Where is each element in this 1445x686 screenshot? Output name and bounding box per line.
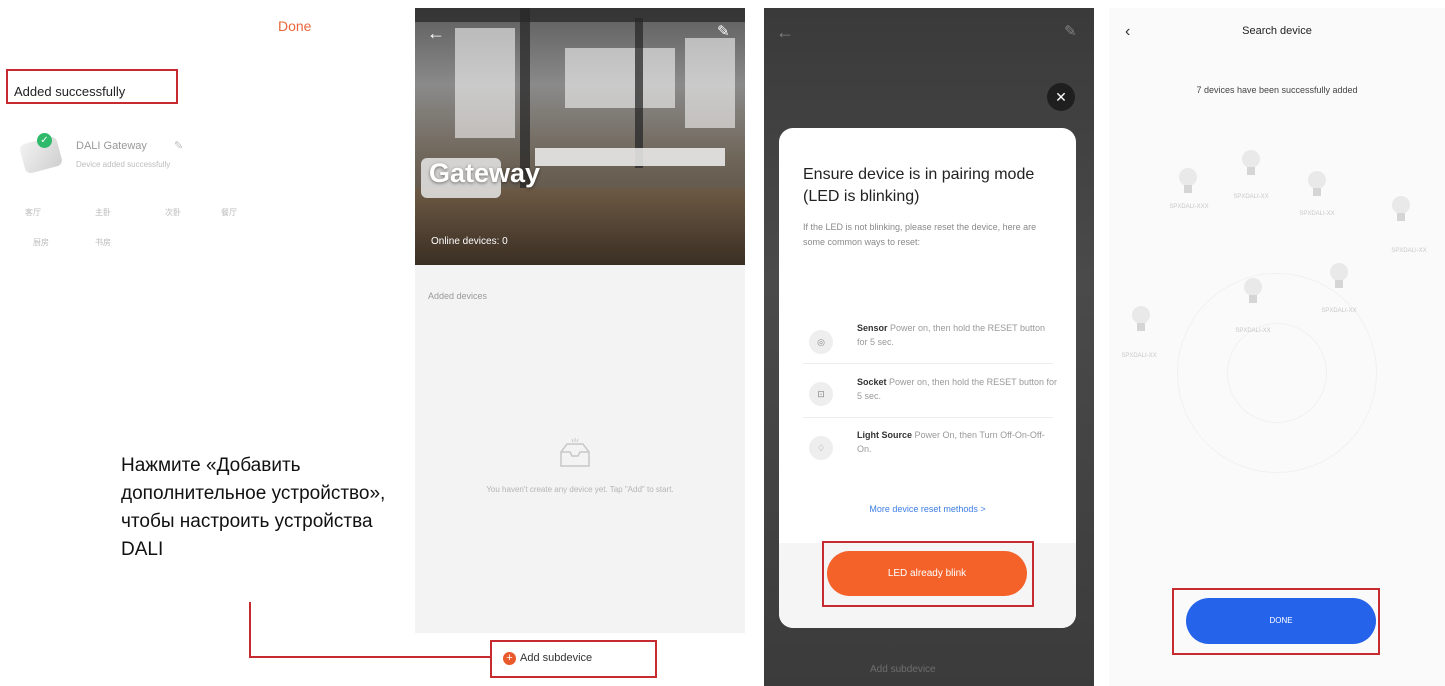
row-name: Socket [857,377,887,387]
room-chip[interactable]: 次卧 [158,207,188,218]
modal-description: If the LED is not blinking, please reset… [803,222,1037,247]
bulb-label: SPXDALI-XX [1233,194,1269,200]
bulb-label: SPXDALI-XX [1321,308,1357,314]
room-chip[interactable]: 餐厅 [214,207,244,218]
bulb-label: SPXDALI-XX [1235,328,1271,334]
panel-gateway: ← ✎ Gateway Online devices: 0 Added devi… [415,8,745,633]
empty-state-text: You haven't create any device yet. Tap "… [486,485,674,494]
bulb-label: SPXDALI-XX [1121,353,1157,359]
divider [803,363,1053,364]
bulb-icon [1179,168,1197,194]
bulb-icon [1330,263,1348,289]
connector-line [249,602,251,658]
device-status: Device added successfully [76,160,171,169]
connector-line [249,656,491,658]
added-successfully-heading: Added successfully [14,84,126,99]
room-chip[interactable]: 厨房 [26,237,56,248]
instruction-text: Нажмите «Добавить дополнительное устройс… [121,455,386,560]
device-name: DALI Gateway [76,140,147,152]
empty-tray-icon [560,438,590,467]
room-chip[interactable]: 书房 [88,237,118,248]
bulb-icon: ♢ [809,436,833,460]
sensor-icon: ◎ [809,330,833,354]
close-icon[interactable]: ✕ [1047,83,1075,111]
row-text: Power on, then hold the RESET button for… [857,377,1057,401]
bulb-icon [1242,150,1260,176]
modal-title: Ensure device is in pairing mode (LED is… [803,166,1035,205]
bulb-icon [1392,196,1410,222]
reset-row-sensor: Sensor Power on, then hold the RESET but… [857,321,1057,349]
room-chip[interactable]: 主卧 [88,207,118,218]
added-devices-label: Added devices [428,291,488,301]
online-devices-count: Online devices: 0 [431,236,508,247]
done-button[interactable]: Done [278,18,311,34]
page-title: Search device [1242,25,1312,37]
socket-icon: ⊡ [809,382,833,406]
back-arrow-icon: ← [776,22,794,42]
panel-search-device: ‹ Search device 7 devices have been succ… [1109,8,1445,686]
bulb-icon [1132,306,1150,332]
more-reset-methods-link[interactable]: More device reset methods > [779,504,1076,514]
search-ring [1227,323,1327,423]
room-chip[interactable]: 客厅 [18,207,48,218]
bulb-label: SPXDALI-XXX [1169,204,1209,210]
pencil-icon[interactable]: ✎ [174,139,183,152]
divider [803,417,1053,418]
gateway-title: Gateway [429,158,541,188]
gateway-hero-image [415,8,745,265]
pencil-icon[interactable]: ✎ [717,22,730,40]
highlight-frame [822,541,1034,607]
row-name: Sensor [857,323,888,333]
checkmark-icon: ✓ [37,133,52,148]
reset-row-light-source: Light Source Power On, then Turn Off-On-… [857,428,1057,456]
highlight-frame [490,640,657,678]
bulb-label: SPXDALI-XX [1299,211,1335,217]
row-name: Light Source [857,430,913,440]
bulb-label: SPXDALI-XX [1391,248,1427,254]
added-count-message: 7 devices have been successfully added [1196,85,1358,95]
panel-pairing-mode: ← ✎ ✕ Ensure device is in pairing mode (… [764,8,1094,686]
reset-row-socket: Socket Power on, then hold the RESET but… [857,375,1057,403]
highlight-frame [1172,588,1380,655]
back-arrow-icon[interactable]: ← [427,23,445,44]
bulb-icon [1308,171,1326,197]
pencil-icon: ✎ [1064,23,1077,40]
add-subdevice-underlay: Add subdevice [870,664,936,675]
panel-added-successfully: Done Added successfully ✓ DALI Gateway ✎… [0,0,400,686]
bulb-icon [1244,278,1262,304]
